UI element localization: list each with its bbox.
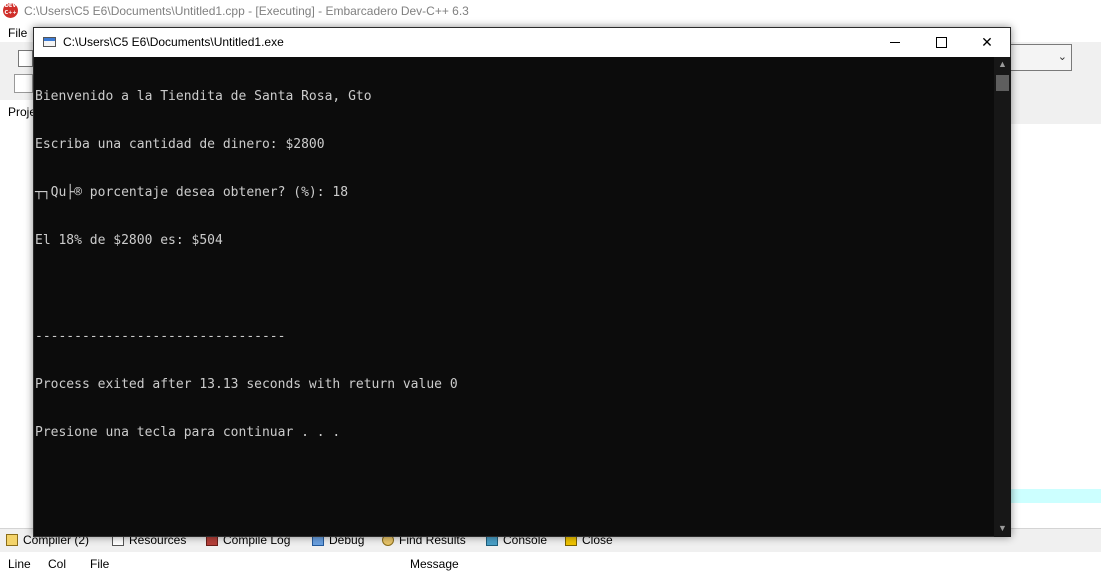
console-line: Presione una tecla para continuar . . .: [35, 425, 341, 440]
toolbar-dropdown[interactable]: ⌄: [1008, 44, 1072, 71]
minimize-icon: [890, 42, 900, 43]
scroll-up-arrow-icon[interactable]: ▲: [998, 59, 1007, 69]
console-line: ┬┐Qu├® porcentaje desea obtener? (%): 18: [35, 185, 349, 200]
project-icon[interactable]: [14, 74, 33, 93]
project-panel: [0, 100, 35, 530]
column-header-line[interactable]: Line: [8, 557, 31, 571]
console-app-icon: [43, 37, 56, 47]
maximize-button[interactable]: [918, 28, 964, 57]
console-title-bar[interactable]: C:\Users\C5 E6\Documents\Untitled1.exe ✕: [34, 28, 1010, 57]
scroll-down-arrow-icon[interactable]: ▼: [998, 523, 1007, 533]
tab-projects[interactable]: Proje: [8, 105, 36, 119]
close-button[interactable]: ✕: [964, 28, 1010, 57]
column-header-file[interactable]: File: [90, 557, 109, 571]
console-line: Process exited after 13.13 seconds with …: [35, 377, 458, 392]
console-line: El 18% de $2800 es: $504: [35, 233, 223, 248]
close-icon: ✕: [981, 34, 993, 51]
console-line: Bienvenido a la Tiendita de Santa Rosa, …: [35, 89, 372, 104]
column-header-message[interactable]: Message: [410, 557, 459, 571]
editor-highlight-line: [1010, 489, 1101, 503]
ide-window-title: C:\Users\C5 E6\Documents\Untitled1.cpp -…: [24, 4, 469, 18]
compiler-icon: [6, 534, 18, 546]
chevron-down-icon: ⌄: [1057, 51, 1067, 63]
console-line: Escriba una cantidad de dinero: $2800: [35, 137, 325, 152]
editor-tab-strip: [1010, 100, 1101, 124]
devcpp-logo-icon: DEV C++: [3, 3, 18, 18]
column-header-col[interactable]: Col: [48, 557, 66, 571]
new-file-icon[interactable]: [18, 50, 33, 67]
editor-area[interactable]: [1010, 124, 1101, 530]
messages-header: [0, 552, 1101, 564]
console-window[interactable]: C:\Users\C5 E6\Documents\Untitled1.exe ✕…: [33, 27, 1011, 537]
minimize-button[interactable]: [872, 28, 918, 57]
console-output[interactable]: Bienvenido a la Tiendita de Santa Rosa, …: [34, 57, 995, 537]
console-scrollbar[interactable]: ▲ ▼: [994, 57, 1011, 537]
maximize-icon: [935, 37, 947, 48]
console-line: --------------------------------: [35, 329, 286, 344]
menu-file[interactable]: File: [8, 26, 27, 40]
console-window-title: C:\Users\C5 E6\Documents\Untitled1.exe: [63, 35, 284, 49]
scrollbar-thumb[interactable]: [996, 75, 1009, 91]
